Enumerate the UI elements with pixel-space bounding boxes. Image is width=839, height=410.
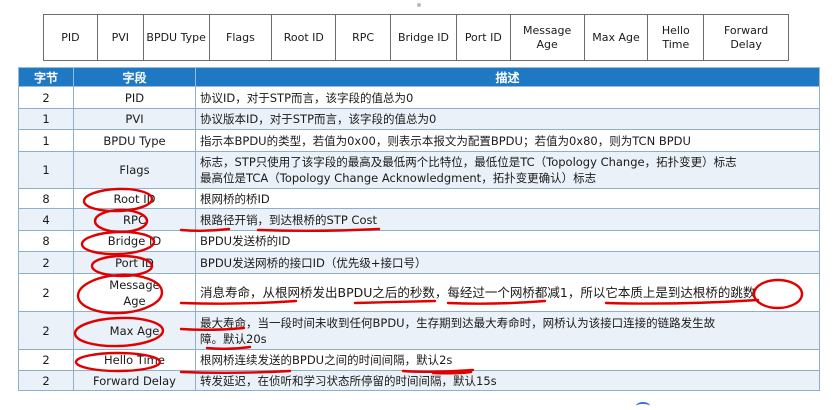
header-bytes: 字节 bbox=[18, 67, 74, 87]
field-cell: RPC bbox=[73, 208, 196, 231]
table-row: 8 Bridge ID BPDU发送桥的ID bbox=[18, 230, 820, 252]
field-cell: Forward Delay bbox=[73, 370, 196, 391]
frame-cell: Forward Delay bbox=[723, 23, 769, 51]
header-description: 描述 bbox=[195, 67, 820, 87]
bytes-cell: 8 bbox=[18, 188, 74, 209]
desc-cell: 根路径开销，到达根桥的STP Cost bbox=[195, 208, 820, 231]
table-row: 2 Hello Time 根网桥连续发送的BPDU之间的时间间隔，默认2s bbox=[18, 349, 820, 371]
table-row: 1 PVI 协议版本ID，对于STP而言，该字段的值总为0 bbox=[18, 108, 820, 130]
bytes-cell: 8 bbox=[18, 230, 74, 252]
frame-cell: Root ID bbox=[272, 15, 337, 60]
bytes-cell: 2 bbox=[18, 349, 74, 371]
frame-cell: PID bbox=[44, 15, 98, 60]
desc-cell: BPDU发送桥的ID bbox=[195, 230, 820, 252]
field-cell: BPDU Type bbox=[73, 129, 196, 152]
table-row: 8 Root ID 根网桥的桥ID bbox=[18, 188, 820, 209]
table-row: 2 Port ID BPDU发送网桥的接口ID（优先级+接口号） bbox=[18, 251, 820, 274]
frame-cell: Message Age bbox=[511, 15, 585, 60]
header-field: 字段 bbox=[73, 67, 196, 87]
desc-cell: 根网桥连续发送的BPDU之间的时间间隔，默认2s bbox=[195, 349, 820, 371]
desc-cell: 标志，STP只使用了该字段的最高及最低两个比特位，最低位是TC（Topology… bbox=[195, 151, 820, 189]
field-cell: Root ID bbox=[73, 188, 196, 209]
blue-mark bbox=[636, 402, 650, 410]
bytes-cell: 4 bbox=[18, 208, 74, 231]
table-row: 2 Message Age 消息寿命，从根网桥发出BPDU之后的秒数，每经过一个… bbox=[18, 273, 820, 312]
table-row: 2 PID 协议ID，对于STP而言，该字段的值总为0 bbox=[18, 86, 820, 109]
bytes-cell: 2 bbox=[18, 273, 74, 312]
field-cell: Max Age bbox=[73, 311, 196, 350]
desc-cell: 协议ID，对于STP而言，该字段的值总为0 bbox=[195, 86, 820, 109]
bytes-cell: 1 bbox=[18, 129, 74, 152]
desc-cell: 协议版本ID，对于STP而言，该字段的值总为0 bbox=[195, 108, 820, 130]
frame-cell: Max Age bbox=[585, 15, 649, 60]
bpdu-field-table: 字节 字段 描述 2 PID 协议ID，对于STP而言，该字段的值总为0 1 P… bbox=[18, 67, 820, 391]
table-row: 1 Flags 标志，STP只使用了该字段的最高及最低两个比特位，最低位是TC（… bbox=[18, 151, 820, 189]
field-cell: PID bbox=[73, 86, 196, 109]
frame-cell: Flags bbox=[210, 15, 273, 60]
bytes-cell: 1 bbox=[18, 108, 74, 130]
desc-cell: BPDU发送网桥的接口ID（优先级+接口号） bbox=[195, 251, 820, 274]
bpdu-frame-diagram: PID PVI BPDU Type Flags Root ID RPC Brid… bbox=[43, 14, 789, 61]
bytes-cell: 2 bbox=[18, 86, 74, 109]
frame-cell: PVI bbox=[98, 15, 144, 60]
bytes-cell: 2 bbox=[18, 370, 74, 391]
bytes-cell: 2 bbox=[18, 251, 74, 274]
top-dot bbox=[417, 3, 421, 7]
field-cell: Port ID bbox=[73, 251, 196, 274]
frame-cell: Hello Time bbox=[648, 15, 705, 60]
field-cell: Bridge ID bbox=[73, 230, 196, 252]
frame-cell: Bridge ID bbox=[391, 15, 457, 60]
field-cell: Hello Time bbox=[73, 349, 196, 371]
field-cell: Flags bbox=[73, 151, 196, 189]
field-cell: Message Age bbox=[73, 273, 196, 312]
table-row: 2 Forward Delay 转发延迟，在侦听和学习状态所停留的时间间隔，默认… bbox=[18, 370, 820, 391]
desc-cell: 消息寿命，从根网桥发出BPDU之后的秒数，每经过一个网桥都减1，所以它本质上是到… bbox=[195, 273, 820, 312]
frame-cell: BPDU Type bbox=[144, 15, 210, 60]
bytes-cell: 1 bbox=[18, 151, 74, 189]
table-row: 1 BPDU Type 指示本BPDU的类型，若值为0x00，则表示本报文为配置… bbox=[18, 129, 820, 152]
field-cell: PVI bbox=[73, 108, 196, 130]
bytes-cell: 2 bbox=[18, 311, 74, 350]
frame-cell: Port ID bbox=[457, 15, 511, 60]
table-row: 4 RPC 根路径开销，到达根桥的STP Cost bbox=[18, 208, 820, 231]
table-row: 2 Max Age 最大寿命，当一段时间未收到任何BPDU，生存期到达最大寿命时… bbox=[18, 311, 820, 350]
desc-cell: 转发延迟，在侦听和学习状态所停留的时间间隔，默认15s bbox=[195, 370, 820, 391]
desc-cell: 指示本BPDU的类型，若值为0x00，则表示本报文为配置BPDU；若值为0x80… bbox=[195, 129, 820, 152]
desc-cell: 根网桥的桥ID bbox=[195, 188, 820, 209]
desc-cell: 最大寿命，当一段时间未收到任何BPDU，生存期到达最大寿命时，网桥认为该接口连接… bbox=[195, 311, 820, 350]
frame-cell: RPC bbox=[336, 15, 392, 60]
